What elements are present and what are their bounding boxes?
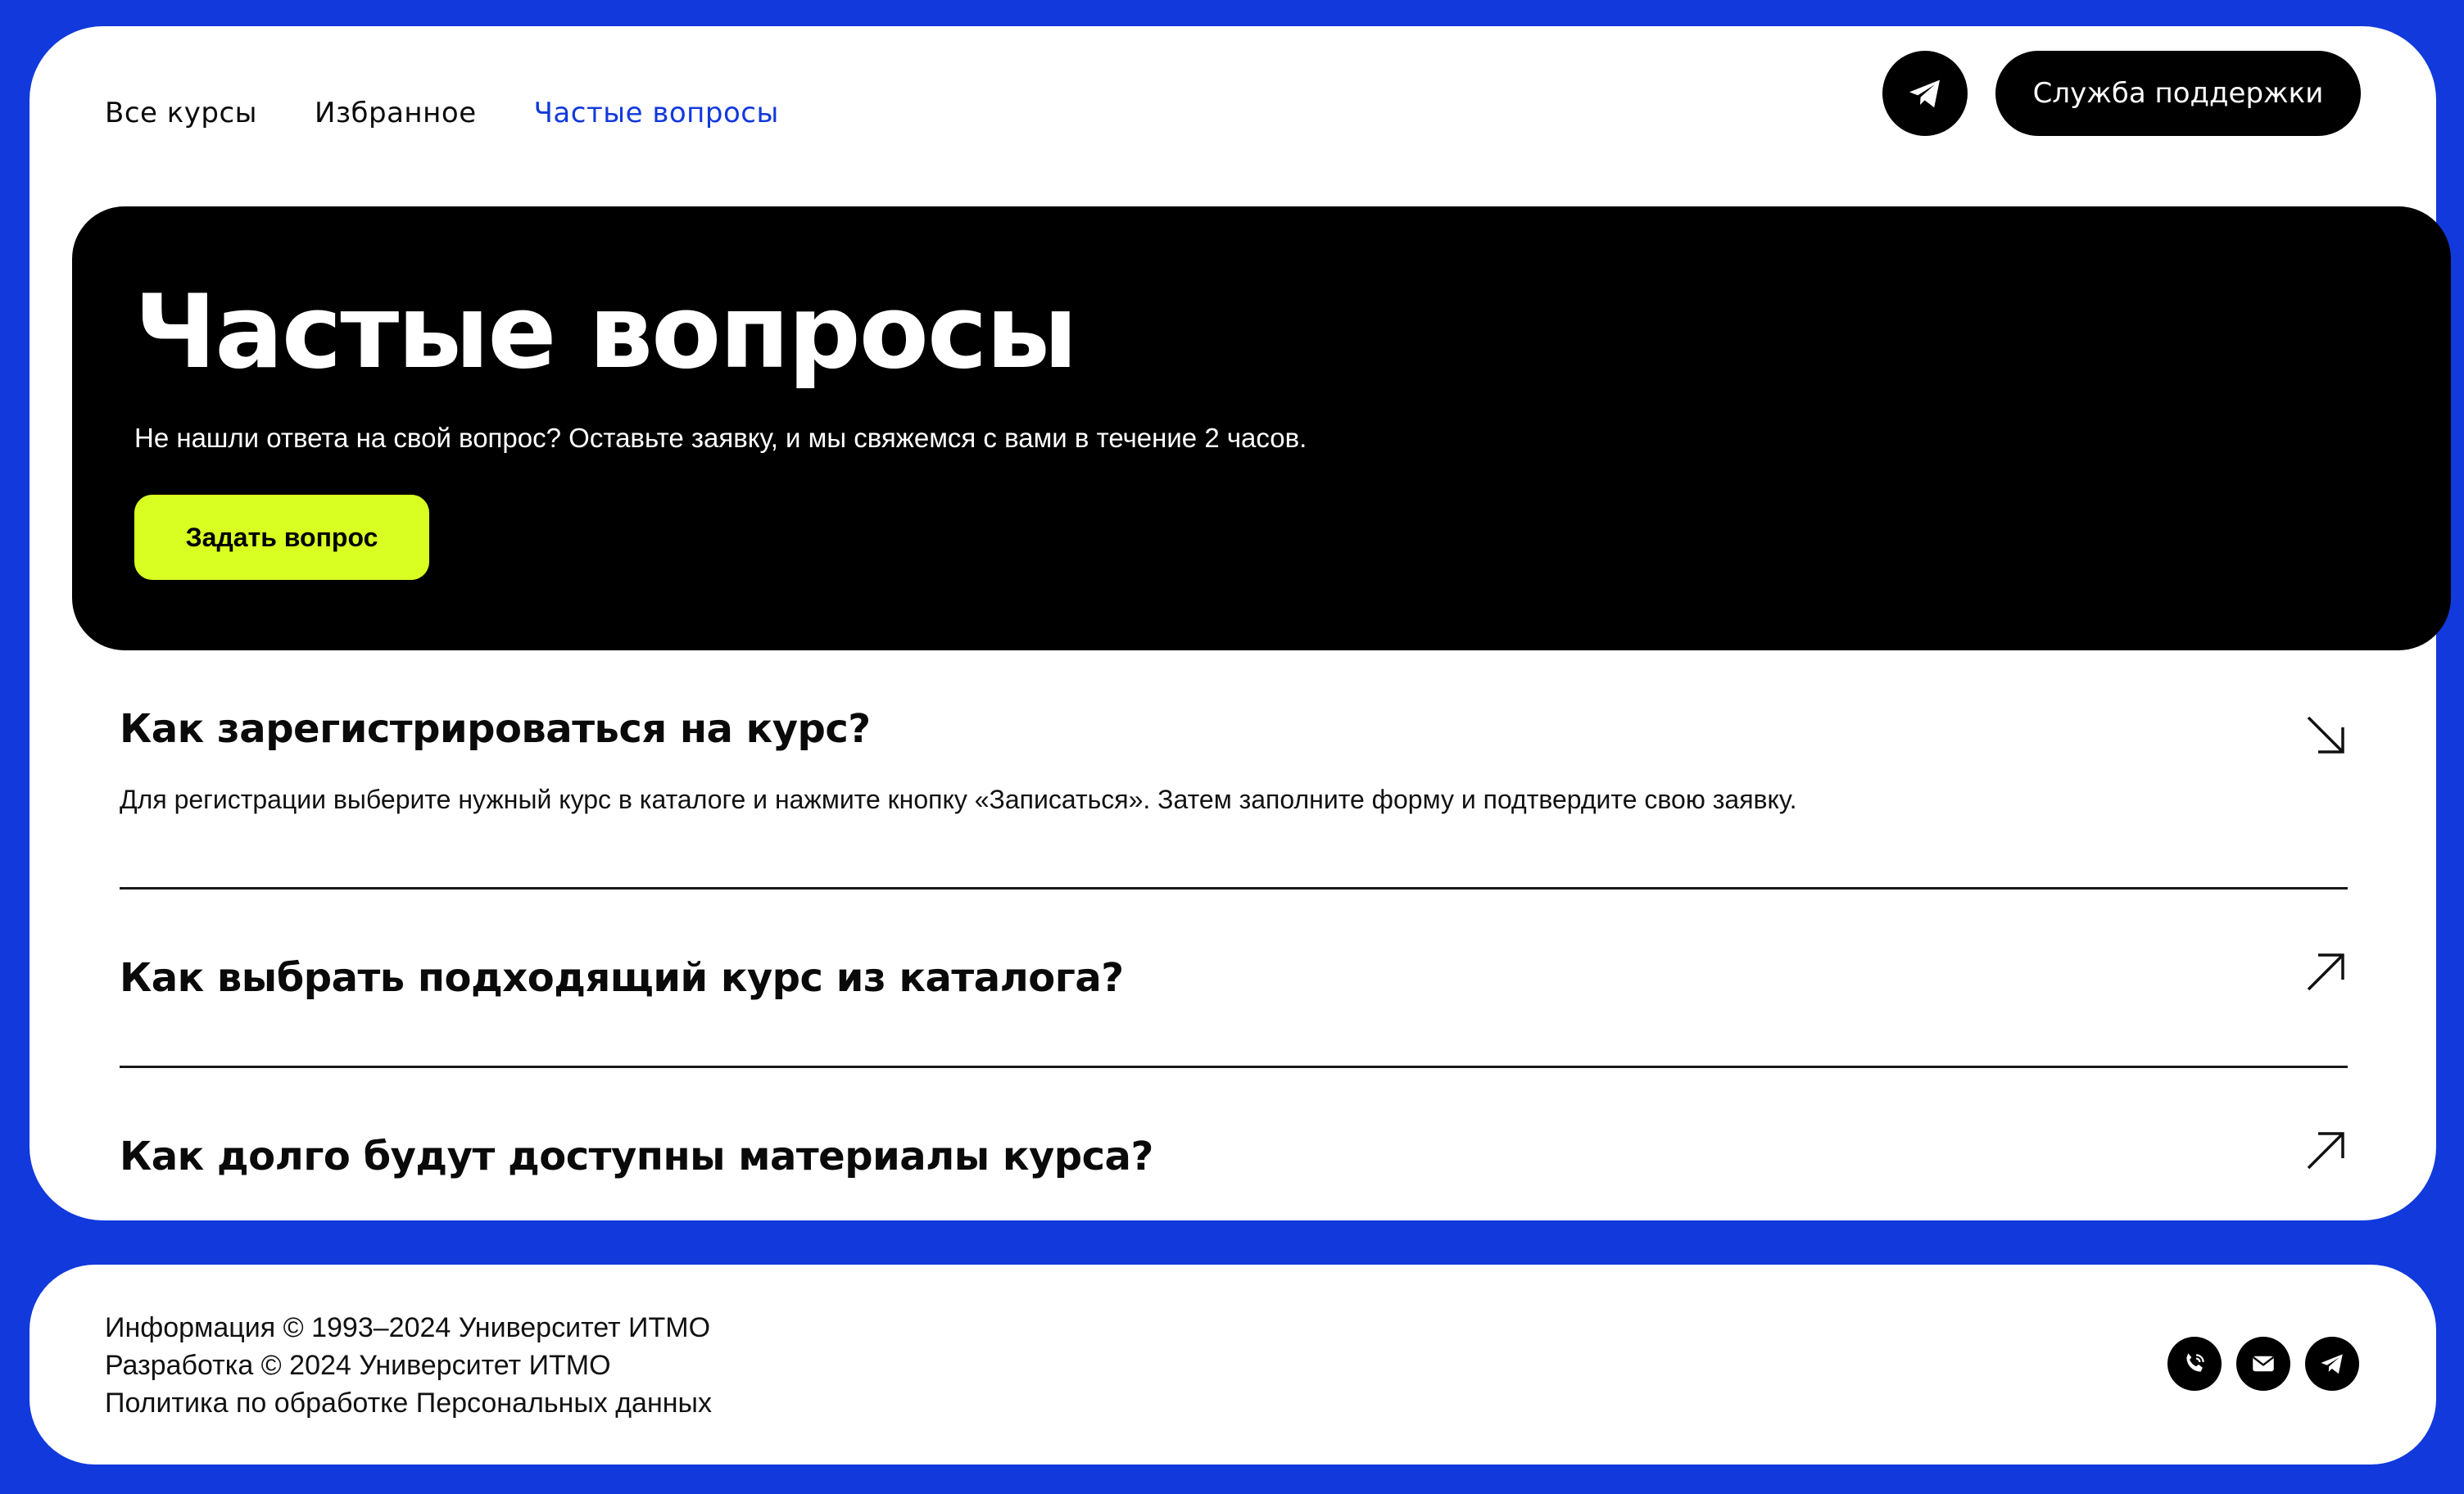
arrow-down-right-icon[interactable] (2305, 714, 2348, 757)
page-title: Частые вопросы (134, 274, 1078, 392)
top-nav: Все курсы Избранное Частые вопросы (105, 97, 779, 129)
telegram-footer-button[interactable] (2305, 1337, 2359, 1391)
faq-question[interactable]: Как выбрать подходящий курс из каталога? (120, 955, 2348, 1001)
hero-banner: Частые вопросы Не нашли ответа на свой в… (72, 206, 2451, 650)
mail-button[interactable] (2236, 1337, 2290, 1391)
faq-item[interactable]: Как долго будут доступны материалы курса… (120, 1068, 2348, 1232)
telegram-icon (2321, 1354, 2343, 1374)
main-card: Все курсы Избранное Частые вопросы Служб… (29, 26, 2451, 1220)
footer-info: Информация © 1993–2024 Университет ИТМО … (105, 1309, 712, 1422)
nav-faq[interactable]: Частые вопросы (534, 97, 779, 129)
footer: Информация © 1993–2024 Университет ИТМО … (29, 1265, 2436, 1465)
phone-icon (2186, 1353, 2204, 1372)
arrow-up-right-icon[interactable] (2305, 950, 2348, 993)
footer-contacts (2167, 1337, 2359, 1391)
nav-all-courses[interactable]: Все курсы (105, 97, 257, 129)
telegram-icon (1909, 79, 1940, 108)
nav-favorites[interactable]: Избранное (315, 97, 477, 129)
support-button[interactable]: Служба поддержки (1995, 51, 2361, 136)
phone-button[interactable] (2167, 1337, 2222, 1391)
faq-question[interactable]: Как долго будут доступны материалы курса… (120, 1134, 2348, 1179)
footer-copyright-dev[interactable]: Разработка © 2024 Университет ИТМО (105, 1347, 712, 1384)
faq-answer: Для регистрации выберите нужный курс в к… (120, 785, 1797, 814)
faq-list: Как зарегистрироваться на курс? Для реги… (120, 673, 2348, 1232)
arrow-up-right-icon[interactable] (2305, 1129, 2348, 1171)
footer-copyright-info[interactable]: Информация © 1993–2024 Университет ИТМО (105, 1309, 712, 1347)
footer-privacy-link[interactable]: Политика по обработке Персональных данны… (105, 1384, 712, 1422)
hero-subtitle: Не нашли ответа на свой вопрос? Оставьте… (134, 423, 1307, 453)
telegram-button[interactable] (1882, 51, 1968, 136)
faq-question[interactable]: Как зарегистрироваться на курс? (120, 706, 2348, 752)
mail-icon (2253, 1356, 2274, 1372)
faq-item[interactable]: Как выбрать подходящий курс из каталога? (120, 890, 2348, 1068)
ask-question-button[interactable]: Задать вопрос (134, 495, 429, 580)
faq-item[interactable]: Как зарегистрироваться на курс? Для реги… (120, 673, 2348, 890)
